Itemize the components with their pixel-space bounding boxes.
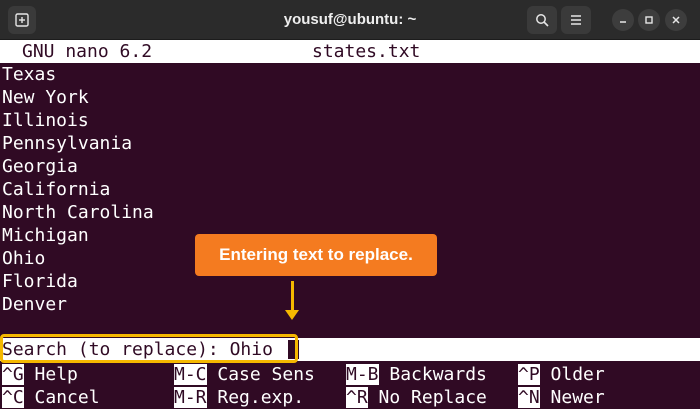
- file-line: Texas: [2, 64, 57, 85]
- maximize-button[interactable]: [638, 9, 660, 31]
- file-line: Florida: [2, 271, 78, 292]
- shortcut-help[interactable]: ^G Help: [2, 363, 78, 386]
- shortcut-no-replace[interactable]: ^R No Replace: [346, 386, 487, 409]
- shortcut-cancel[interactable]: ^C Cancel: [2, 386, 100, 409]
- annotation-callout: Entering text to replace.: [195, 234, 437, 276]
- file-line: Ohio: [2, 248, 46, 269]
- shortcut-key: ^G: [2, 364, 24, 385]
- shortcut-older[interactable]: ^P Older: [518, 363, 605, 386]
- shortcut-label: Cancel: [23, 387, 100, 408]
- menu-button[interactable]: [561, 6, 591, 34]
- nano-header: GNU nano 6.2 states.txt: [0, 40, 700, 63]
- terminal-area[interactable]: GNU nano 6.2 states.txt Texas New York I…: [0, 40, 700, 409]
- title-bar: yousuf@ubuntu: ~: [0, 0, 700, 40]
- shortcut-key: M-R: [174, 387, 207, 408]
- annotation-arrow-shaft: [291, 281, 294, 313]
- file-line: Pennsylvania: [2, 133, 133, 154]
- file-line: Michigan: [2, 225, 89, 246]
- nano-version: GNU nano 6.2: [22, 41, 153, 62]
- search-button[interactable]: [527, 6, 557, 34]
- annotation-arrow-head: [285, 310, 299, 320]
- shortcut-reg-exp[interactable]: M-R Reg.exp.: [174, 386, 304, 409]
- shortcut-key: ^C: [2, 387, 24, 408]
- terminal-window: yousuf@ubuntu: ~ GNU nano 6.2 states.txt…: [0, 0, 700, 409]
- search-icon: [536, 14, 549, 27]
- maximize-icon: [645, 16, 653, 24]
- prompt-highlight-box: [0, 334, 298, 363]
- file-line: New York: [2, 87, 89, 108]
- shortcut-label: Case Sens: [206, 364, 315, 385]
- file-name: states.txt: [312, 41, 421, 62]
- shortcut-key: M-B: [346, 364, 379, 385]
- file-line: Illinois: [2, 110, 89, 131]
- minimize-button[interactable]: [612, 9, 634, 31]
- shortcut-label: No Replace: [367, 387, 487, 408]
- shortcut-label: Help: [23, 364, 78, 385]
- shortcut-key: ^R: [346, 387, 368, 408]
- shortcut-label: Older: [539, 364, 605, 385]
- close-icon: [672, 16, 680, 24]
- shortcut-label: Backwards: [378, 364, 487, 385]
- file-line: Denver: [2, 294, 68, 315]
- shortcut-key: M-C: [174, 364, 207, 385]
- window-title: yousuf@ubuntu: ~: [283, 11, 417, 28]
- shortcut-label: Reg.exp.: [206, 387, 305, 408]
- close-button[interactable]: [665, 9, 687, 31]
- minimize-icon: [620, 21, 626, 23]
- shortcut-newer[interactable]: ^N Newer: [518, 386, 605, 409]
- shortcut-key: ^N: [518, 387, 540, 408]
- shortcut-case-sens[interactable]: M-C Case Sens: [174, 363, 315, 386]
- shortcut-key: ^P: [518, 364, 540, 385]
- file-line: California: [2, 179, 111, 200]
- shortcut-backwards[interactable]: M-B Backwards: [346, 363, 487, 386]
- shortcut-label: Newer: [539, 387, 605, 408]
- file-line: North Carolina: [2, 202, 154, 223]
- hamburger-menu-icon: [571, 15, 581, 25]
- file-line: Georgia: [2, 156, 78, 177]
